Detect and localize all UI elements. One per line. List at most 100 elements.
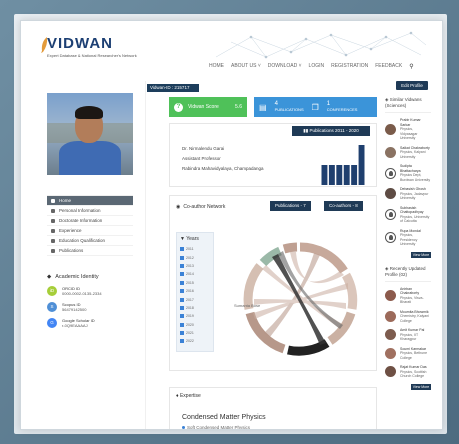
- year-checkbox[interactable]: 2019: [177, 312, 213, 320]
- year-checkbox[interactable]: 2011: [177, 245, 213, 253]
- left-column: Home Personal Information Doctorate Info…: [47, 93, 133, 328]
- year-checkbox[interactable]: 2017: [177, 295, 213, 303]
- person-affiliation: Physics, Vidyasagar University: [400, 127, 418, 140]
- researcher-name: Dr. Nirmalendu Garai: [182, 146, 225, 151]
- view-more-similar-button[interactable]: View More: [411, 251, 431, 258]
- year-label: 2020: [186, 322, 194, 327]
- person-list-item[interactable]: Subhasish Chattopadhyay Physics, Universi…: [385, 206, 431, 224]
- person-affiliation: Chemistry, Kalyani College: [400, 314, 429, 323]
- avatar: [385, 347, 396, 359]
- person-name: Moumita Bhowmik: [400, 309, 429, 314]
- expertise-card: ♦ Expertise Condensed Matter Physics Sof…: [169, 387, 377, 429]
- person-list-item[interactable]: Debasish Ghosh Physics, Jadavpur Universi…: [385, 187, 431, 201]
- year-checkbox[interactable]: 2021: [177, 329, 213, 337]
- menu-item-publications[interactable]: Publications: [47, 246, 133, 256]
- person-name: Rajat Kumar Das: [400, 365, 427, 369]
- view-more-recent-button[interactable]: View More: [411, 383, 431, 390]
- expertise-title: ♦ Expertise: [176, 393, 201, 399]
- edit-profile-button[interactable]: Edit Profile: [396, 81, 428, 90]
- vidwan-score-card[interactable]: ? Vidwan Score 5.6: [169, 97, 247, 117]
- question-icon: ?: [174, 102, 183, 112]
- year-checkbox[interactable]: 2012: [177, 253, 213, 261]
- nav-home[interactable]: HOME: [209, 63, 224, 70]
- checkbox-checked-icon: [180, 314, 184, 319]
- identity-value: r-0Q9EAAAAJ: [62, 323, 88, 328]
- person-list-item[interactable]: Saikat Chakraborty Physics, Kalyani Unive…: [385, 146, 431, 160]
- person-list-item[interactable]: Moumita Bhowmik Chemistry, Kalyani Colleg…: [385, 310, 431, 324]
- orcid-identity[interactable]: iD ORCID ID 0000-0002-0135-2334: [47, 286, 133, 296]
- menu-label: Publications: [59, 248, 84, 253]
- year-checkbox[interactable]: 2022: [177, 337, 213, 345]
- bar-2016: [336, 165, 343, 185]
- year-checkbox[interactable]: 2015: [177, 279, 213, 287]
- avatar: [385, 310, 396, 322]
- person-list-item[interactable]: Anirban Chakraborty Physics, Visva-Bharat…: [385, 287, 431, 305]
- identity-value: 56479142500: [62, 307, 87, 312]
- nav-login[interactable]: LOGIN: [309, 63, 325, 70]
- document-icon: ▤: [259, 102, 267, 112]
- menu-item-home[interactable]: Home: [47, 196, 133, 206]
- score-label: Vidwan Score: [188, 104, 219, 110]
- person-name: Anirban Chakraborty: [400, 286, 420, 296]
- search-icon[interactable]: ⚲: [409, 63, 413, 70]
- menu-item-experience[interactable]: Experience: [47, 226, 133, 236]
- publications-chart-title: ▮▮ Publications 2011 - 2020: [292, 126, 370, 136]
- nav-registration[interactable]: REGISTRATION: [331, 63, 368, 70]
- menu-item-education-qualification[interactable]: Education Qualification: [47, 236, 133, 246]
- vidwan-logo[interactable]: VIDWAN Expert Database & National Resear…: [41, 35, 137, 58]
- avatar: [385, 146, 396, 158]
- year-label: 2012: [186, 255, 194, 260]
- year-checkbox-list: 2011 2012 2013 2014 2015 2016 2017 2018 2019 2020…: [177, 245, 213, 346]
- person-list-item[interactable]: Sudipta Bhattacharya Physics Dept, Burdwa…: [385, 164, 431, 182]
- nav-feedback[interactable]: FEEDBACK: [375, 63, 402, 70]
- avatar: [385, 366, 396, 378]
- user-placeholder-icon: [385, 232, 396, 243]
- checkbox-checked-icon: [180, 280, 184, 285]
- year-checkbox[interactable]: 2020: [177, 321, 213, 329]
- chord-arc: [282, 242, 298, 254]
- google-scholar-icon: G: [47, 318, 57, 328]
- scopus-icon: S: [47, 302, 57, 312]
- conferences-count: 1 CONFERENCES: [326, 101, 358, 112]
- vidwan-id-badge: Vidwan-ID : 215717: [147, 84, 199, 92]
- publications-pill-button[interactable]: Publications - 7: [270, 201, 311, 211]
- person-list-item[interactable]: Rupa Mondal Physics, Presidency Universit…: [385, 229, 431, 247]
- user-placeholder-icon: [385, 167, 396, 179]
- browser-page: VIDWAN Expert Database & National Resear…: [20, 20, 443, 430]
- google-scholar-identity[interactable]: G Google Scholar ID r-0Q9EAAAAJ: [47, 318, 133, 328]
- logo-tagline: Expert Database & National Researcher's …: [47, 53, 137, 58]
- user-placeholder-icon: [385, 209, 396, 220]
- year-label: 2021: [186, 331, 194, 336]
- menu-label: Education Qualification: [59, 238, 106, 243]
- profile-menu: Home Personal Information Doctorate Info…: [47, 195, 133, 256]
- graduation-cap-icon: [51, 218, 55, 223]
- menu-item-personal-information[interactable]: Personal Information: [47, 206, 133, 216]
- person-list-item[interactable]: Rajat Kumar Das Physics, Scottish Church …: [385, 365, 431, 379]
- year-checkbox[interactable]: 2013: [177, 262, 213, 270]
- person-name: Sudipta Bhattacharya: [400, 164, 421, 173]
- person-list-item[interactable]: Prabir Kumar Sarkar Physics, Vidyasagar U…: [385, 118, 431, 141]
- person-list-item[interactable]: Amit Kumar Pal Physics, IIT Kharagpur: [385, 328, 431, 342]
- year-checkbox[interactable]: 2018: [177, 304, 213, 312]
- book-icon: [51, 248, 55, 253]
- year-checkbox[interactable]: 2016: [177, 287, 213, 295]
- coauthor-network-card: ◉ Co-author Network Publications - 7 Co-…: [169, 195, 377, 371]
- main-nav: HOME ABOUT US ˅ DOWNLOAD ˅ LOGIN REGISTR…: [209, 63, 414, 70]
- year-checkbox[interactable]: 2014: [177, 270, 213, 278]
- nav-download[interactable]: DOWNLOAD ˅: [268, 63, 302, 70]
- person-affiliation: Physics, Presidency University: [400, 233, 418, 246]
- person-affiliation: Physics, IIT Kharagpur: [400, 332, 419, 342]
- checkbox-checked-icon: [180, 263, 184, 268]
- person-name: Saikat Chakraborty: [400, 145, 430, 150]
- logo-name: VIDWAN: [47, 35, 113, 52]
- nav-about-us[interactable]: ABOUT US ˅: [231, 63, 261, 70]
- menu-item-doctorate-information[interactable]: Doctorate Information: [47, 216, 133, 226]
- network-title: ◉ Co-author Network: [176, 204, 226, 210]
- scopus-identity[interactable]: S Scopus ID 56479142500: [47, 302, 133, 312]
- coauthors-pill-button[interactable]: Co-authors - 8: [324, 201, 363, 211]
- coauthor-chord-diagram[interactable]: Sumanta Bose: [230, 234, 370, 364]
- similar-vidwans-list: Prabir Kumar Sarkar Physics, Vidyasagar U…: [385, 118, 431, 247]
- identity-value: 0000-0002-0135-2334: [62, 291, 102, 296]
- copy-icon: ❐: [311, 102, 319, 112]
- person-list-item[interactable]: Soumi Karmakar Physics, Bethune College: [385, 347, 431, 361]
